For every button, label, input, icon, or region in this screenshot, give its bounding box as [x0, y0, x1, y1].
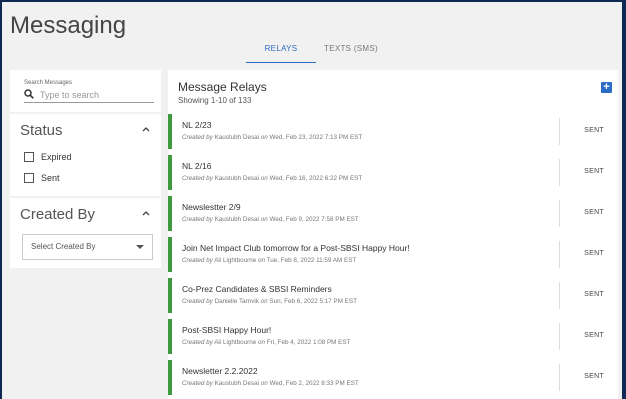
row-divider: [559, 118, 560, 145]
relay-date: Wed, Feb 23, 2022 7:13 PM EST: [269, 134, 363, 141]
messaging-page: Messaging RELAYS TEXTS (SMS) Search Mess…: [2, 2, 622, 399]
relay-meta: Created by Kaustubh Desai on Wed, Feb 9,…: [182, 216, 359, 223]
on-word: on: [257, 257, 265, 264]
relay-meta: Created by Kaustubh Desai on Wed, Feb 23…: [182, 134, 362, 141]
relay-row[interactable]: Newslestter 2/9 Created by Kaustubh Desa…: [168, 196, 618, 231]
status-heading: Status: [20, 122, 63, 139]
created-by-prefix: Created by: [182, 380, 213, 387]
relay-date: Wed, Feb 16, 2022 6:22 PM EST: [269, 175, 363, 182]
relay-status: SENT: [584, 291, 604, 298]
relay-row[interactable]: Co-Prez Candidates & SBSI Reminders Crea…: [168, 278, 618, 313]
on-word: on: [260, 216, 268, 223]
relay-meta: Created by Ali Lightbourne on Tue, Feb 8…: [182, 257, 356, 264]
relay-author: Ali Lightbourne: [214, 339, 257, 346]
relay-date: Wed, Feb 2, 2022 8:33 PM EST: [269, 380, 359, 387]
relay-title: NL 2/23: [182, 120, 212, 130]
row-divider: [559, 159, 560, 186]
relay-title: Newsletter 2.2.2022: [182, 366, 258, 376]
relay-date: Wed, Feb 9, 2022 7:58 PM EST: [269, 216, 359, 223]
created-by-prefix: Created by: [182, 134, 213, 141]
relays-title: Message Relays: [178, 80, 267, 94]
relay-title: Post-SBSI Happy Hour!: [182, 325, 272, 335]
relay-status: SENT: [584, 250, 604, 257]
plus-icon: +: [603, 81, 610, 93]
relay-author: Kaustubh Desai: [214, 134, 260, 141]
relay-author: Kaustubh Desai: [214, 380, 260, 387]
row-divider: [559, 241, 560, 268]
relay-author: Ali Lightbourne: [214, 257, 257, 264]
filter-sidebar: Search Messages Status Expired Sent: [10, 70, 161, 399]
created-by-prefix: Created by: [182, 298, 213, 305]
on-word: on: [260, 175, 268, 182]
chevron-up-icon[interactable]: [141, 208, 151, 218]
message-relays-panel: Message Relays Showing 1-10 of 133 + NL …: [168, 70, 618, 399]
relay-meta: Created by Ali Lightbourne on Fri, Feb 4…: [182, 339, 350, 346]
relay-status: SENT: [584, 332, 604, 339]
relay-meta: Created by Kaustubh Desai on Wed, Feb 16…: [182, 175, 362, 182]
relay-date: Fri, Feb 4, 2022 1:08 PM EST: [266, 339, 351, 346]
status-option-expired[interactable]: Expired: [24, 152, 72, 162]
created-by-select[interactable]: Select Created By: [22, 234, 153, 260]
created-by-prefix: Created by: [182, 339, 213, 346]
relay-meta: Created by Danielle Tarnvik on Sun, Feb …: [182, 298, 357, 305]
relay-list: NL 2/23 Created by Kaustubh Desai on Wed…: [168, 114, 618, 399]
row-divider: [559, 323, 560, 350]
add-relay-button[interactable]: +: [601, 82, 612, 93]
relay-title: Newslestter 2/9: [182, 202, 241, 212]
search-icon: [24, 89, 34, 99]
relay-status: SENT: [584, 127, 604, 134]
relay-row[interactable]: NL 2/23 Created by Kaustubh Desai on Wed…: [168, 114, 618, 149]
expired-label: Expired: [41, 152, 72, 162]
search-label: Search Messages: [24, 80, 73, 86]
relays-count: Showing 1-10 of 133: [178, 96, 252, 105]
relay-title: Co-Prez Candidates & SBSI Reminders: [182, 284, 332, 294]
on-word: on: [260, 134, 268, 141]
relay-title: Join Net Impact Club tomorrow for a Post…: [182, 243, 410, 253]
search-field[interactable]: [24, 88, 154, 103]
tab-relays[interactable]: RELAYS: [246, 44, 316, 63]
page-title: Messaging: [10, 12, 127, 39]
search-input[interactable]: [40, 88, 150, 101]
relay-meta: Created by Kaustubh Desai on Wed, Feb 2,…: [182, 380, 359, 387]
created-by-filter-panel: Created By Select Created By: [10, 198, 161, 268]
relay-row[interactable]: Newsletter 2.2.2022 Created by Kaustubh …: [168, 360, 618, 395]
chevron-up-icon[interactable]: [141, 124, 151, 134]
created-by-prefix: Created by: [182, 175, 213, 182]
sent-checkbox[interactable]: [24, 173, 34, 183]
relay-status: SENT: [584, 373, 604, 380]
search-panel: Search Messages: [10, 70, 161, 112]
relay-title: NL 2/16: [182, 161, 212, 171]
relay-status: SENT: [584, 168, 604, 175]
relay-author: Kaustubh Desai: [214, 216, 260, 223]
on-word: on: [260, 380, 268, 387]
status-option-sent[interactable]: Sent: [24, 173, 60, 183]
created-by-heading: Created By: [20, 206, 96, 223]
status-filter-panel: Status Expired Sent: [10, 114, 161, 196]
relay-author: Kaustubh Desai: [214, 175, 260, 182]
relay-author: Danielle Tarnvik: [214, 298, 259, 305]
expired-checkbox[interactable]: [24, 152, 34, 162]
relay-date: Sun, Feb 6, 2022 5:17 PM EST: [269, 298, 357, 305]
created-by-prefix: Created by: [182, 257, 213, 264]
relay-row[interactable]: Join Net Impact Club tomorrow for a Post…: [168, 237, 618, 272]
row-divider: [559, 364, 560, 391]
relay-row[interactable]: NL 2/16 Created by Kaustubh Desai on Wed…: [168, 155, 618, 190]
relay-status: SENT: [584, 209, 604, 216]
on-word: on: [257, 339, 265, 346]
row-divider: [559, 200, 560, 227]
created-by-prefix: Created by: [182, 216, 213, 223]
tab-texts-sms[interactable]: TEXTS (SMS): [316, 44, 386, 62]
relay-row[interactable]: Post-SBSI Happy Hour! Created by Ali Lig…: [168, 319, 618, 354]
created-by-select-value: Select Created By: [31, 242, 96, 251]
caret-down-icon: [136, 245, 144, 249]
on-word: on: [260, 298, 268, 305]
relay-date: Tue, Feb 8, 2022 11:59 AM EST: [266, 257, 357, 264]
sent-label: Sent: [41, 173, 60, 183]
row-divider: [559, 282, 560, 309]
